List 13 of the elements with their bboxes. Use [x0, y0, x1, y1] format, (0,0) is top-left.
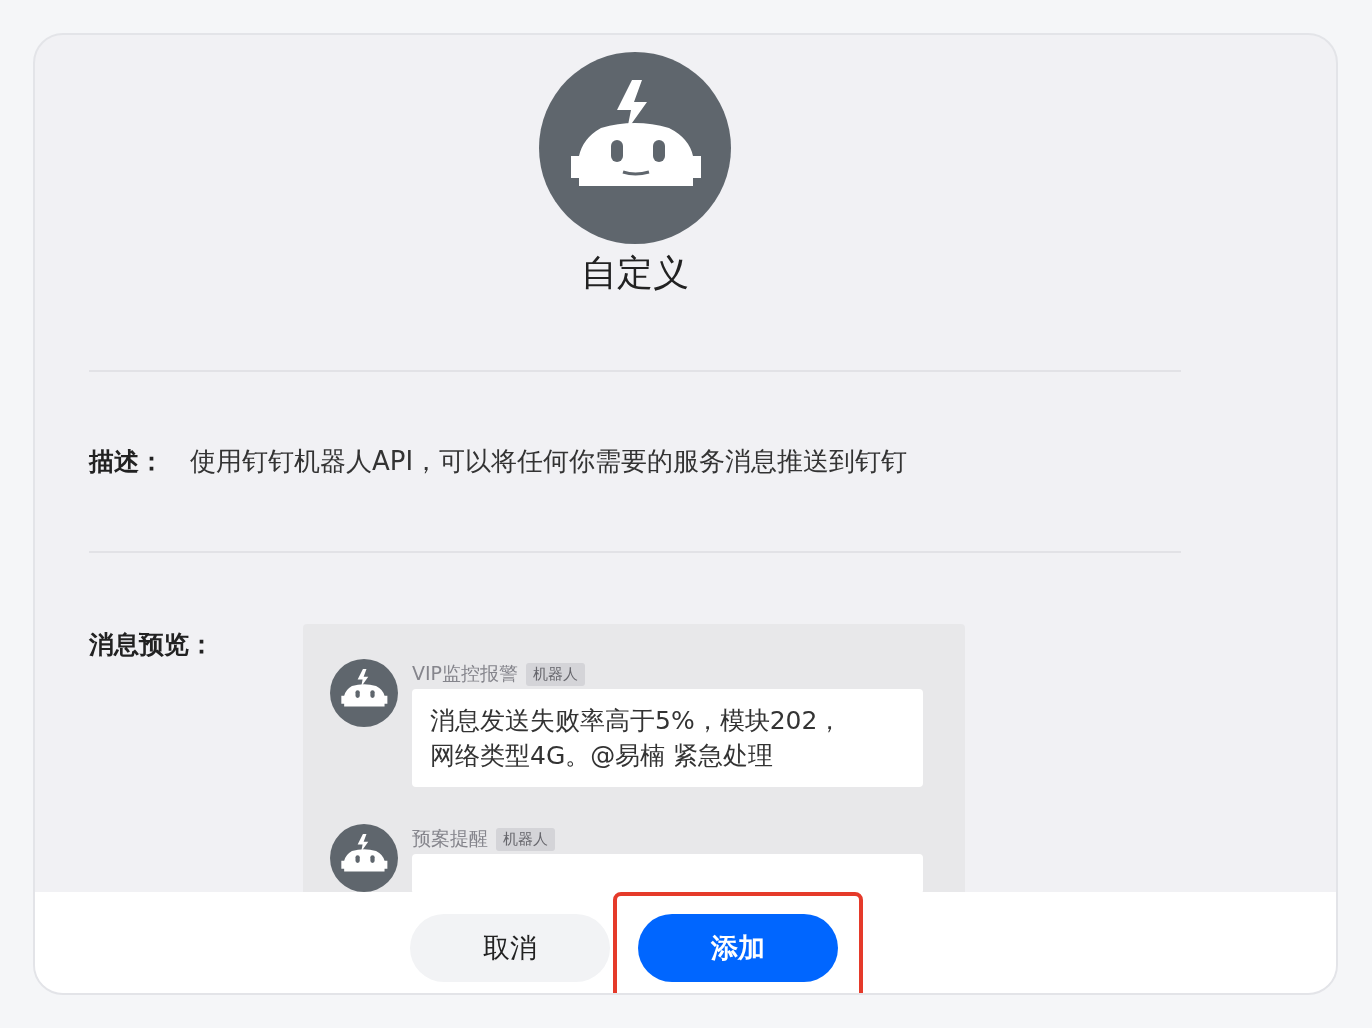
robot-icon [539, 52, 731, 244]
robot-tag: 机器人 [526, 662, 586, 686]
message-text: 消息发送失败率高于5%，模块202，网络类型4G。@易楠 紧急处理 [430, 705, 843, 772]
robot-title: 自定义 [581, 251, 689, 295]
sender-name: 预案提醒 [412, 826, 488, 851]
robot-icon [330, 659, 398, 727]
robot-tag: 机器人 [496, 827, 555, 851]
preview-label: 消息预览： [89, 629, 215, 661]
sender-name: VIP监控报警 [412, 661, 519, 686]
cancel-button[interactable]: 取消 [410, 914, 610, 982]
description-text: 使用钉钉机器人API，可以将任何你需要的服务消息推送到钉钉 [190, 445, 908, 478]
add-button[interactable]: 添加 [638, 914, 838, 982]
description-label: 描述： [89, 446, 164, 478]
